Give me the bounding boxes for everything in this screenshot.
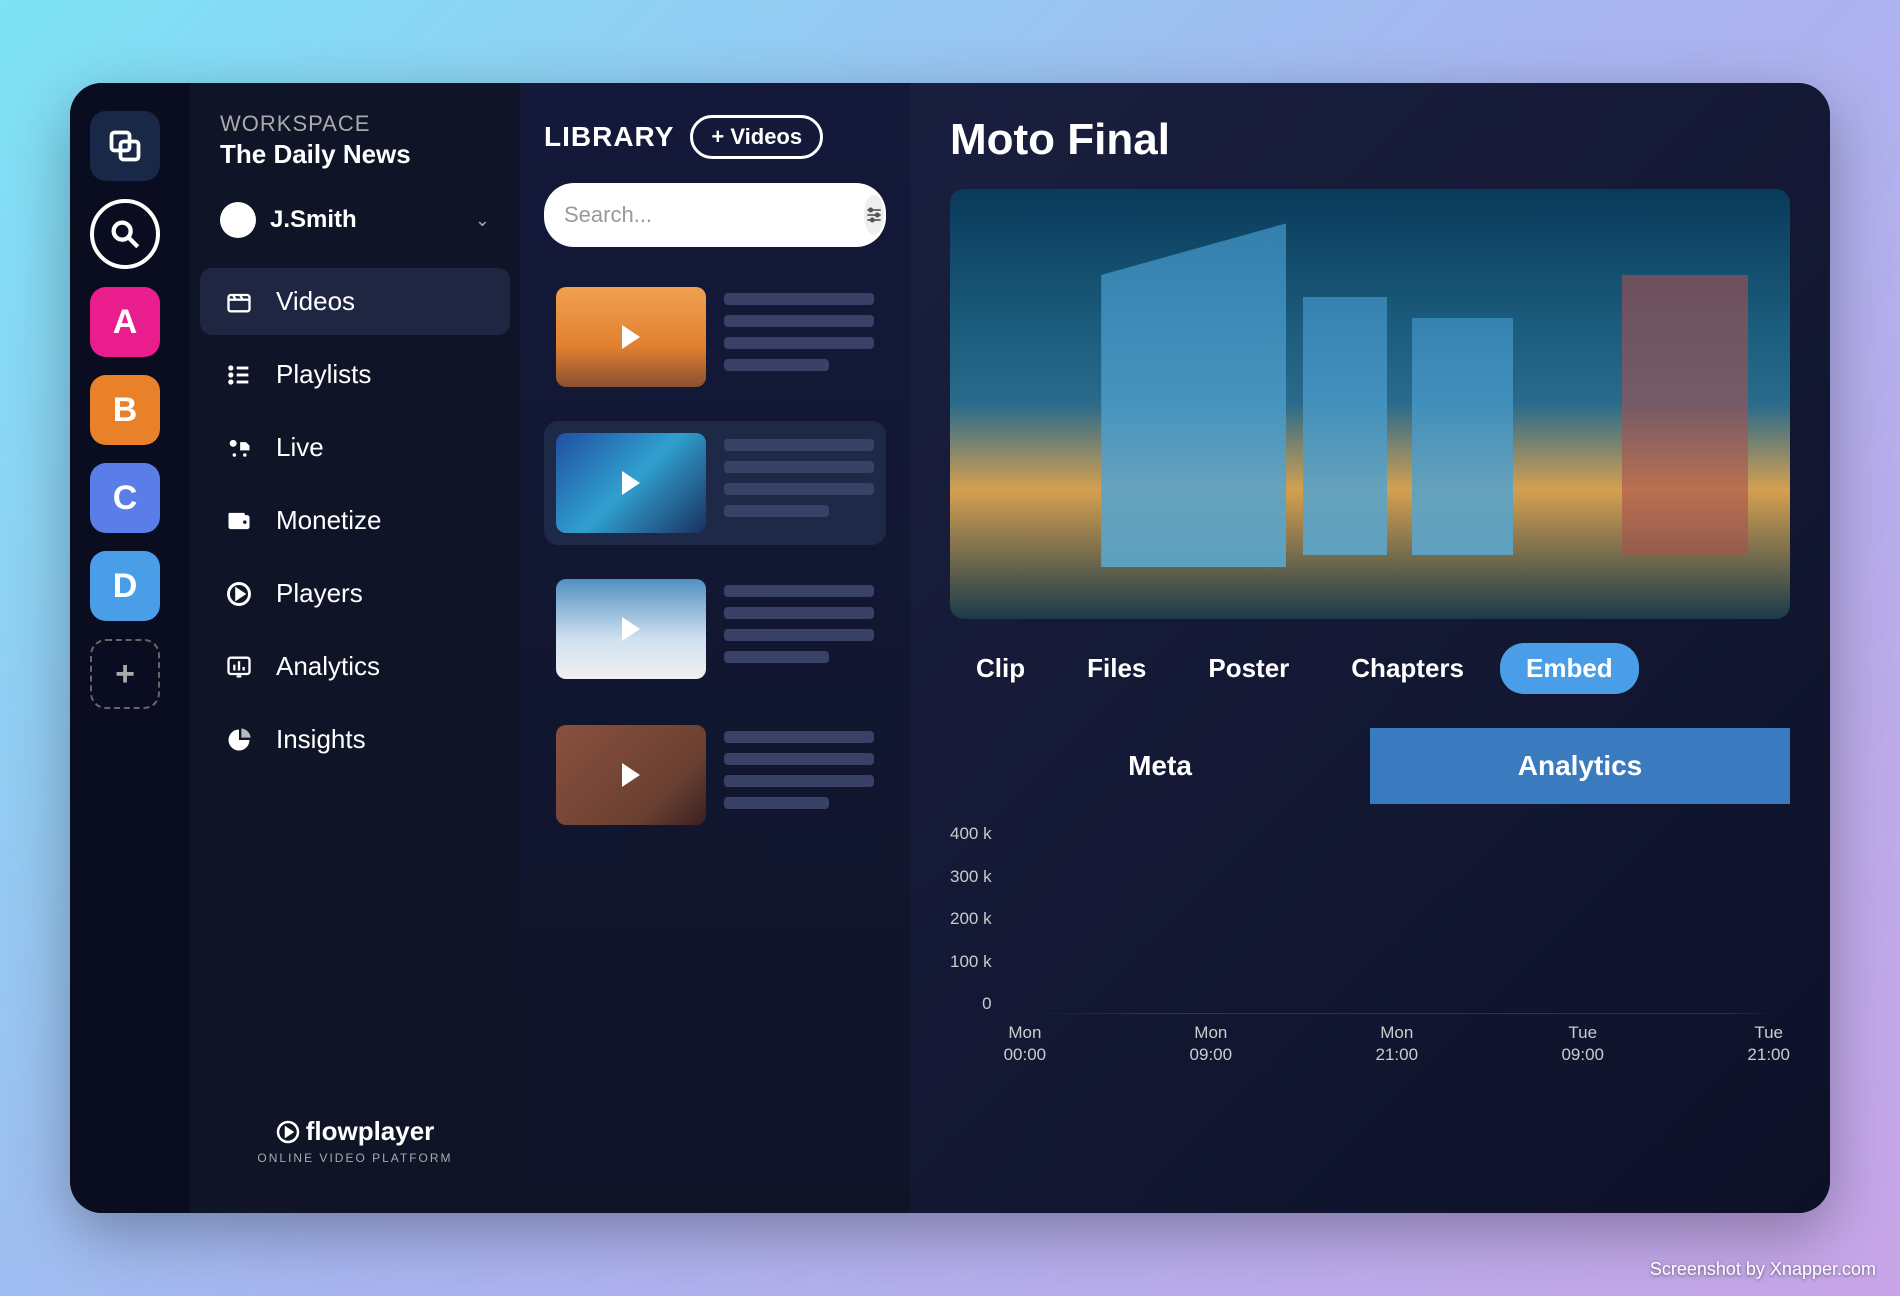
sidebar: WORKSPACE The Daily News J.Smith ⌄ Video…: [190, 83, 520, 1213]
user-name: J.Smith: [270, 206, 461, 234]
x-tick: Tue21:00: [1747, 1022, 1790, 1066]
sidebar-item-label: Live: [276, 432, 324, 463]
x-tick: Mon00:00: [1004, 1022, 1047, 1066]
chevron-down-icon: ⌄: [475, 210, 490, 231]
y-tick: 400 k: [950, 824, 992, 844]
search-input[interactable]: [564, 202, 852, 228]
sidebar-item-label: Players: [276, 578, 363, 609]
detail-tabs: Clip Files Poster Chapters Embed: [950, 643, 1790, 694]
brand-name: flowplayer: [306, 1116, 435, 1147]
item-placeholder-lines: [724, 287, 874, 387]
search-icon[interactable]: [90, 199, 160, 269]
user-menu[interactable]: J.Smith ⌄: [200, 188, 510, 252]
wallet-icon: [224, 506, 254, 536]
sidebar-item-insights[interactable]: Insights: [200, 706, 510, 773]
sidebar-item-label: Monetize: [276, 505, 382, 536]
video-preview[interactable]: [950, 189, 1790, 619]
library-item[interactable]: [544, 421, 886, 545]
chart-y-axis: 400 k 300 k 200 k 100 k 0: [950, 824, 992, 1014]
play-icon: [622, 325, 640, 349]
add-workspace-button[interactable]: +: [90, 639, 160, 709]
item-placeholder-lines: [724, 725, 874, 825]
analytics-chart: 400 k 300 k 200 k 100 k 0 Mon00:00 Mon09…: [950, 824, 1790, 1066]
x-tick: Tue09:00: [1561, 1022, 1604, 1066]
tab-clip[interactable]: Clip: [950, 643, 1051, 694]
sliders-icon: [864, 205, 884, 225]
play-icon: [622, 763, 640, 787]
sidebar-item-live[interactable]: Live: [200, 414, 510, 481]
detail-panel: Moto Final Clip Files Poster Chapters Em…: [910, 83, 1830, 1213]
y-tick: 100 k: [950, 952, 992, 972]
watermark: Screenshot by Xnapper.com: [1650, 1259, 1876, 1280]
workspace-a[interactable]: A: [90, 287, 160, 357]
sidebar-item-label: Videos: [276, 286, 355, 317]
detail-subtabs: Meta Analytics: [950, 728, 1790, 804]
y-tick: 200 k: [950, 909, 992, 929]
workspace-label: WORKSPACE: [220, 111, 490, 137]
add-videos-button[interactable]: + Videos: [690, 115, 823, 159]
video-thumbnail: [556, 725, 706, 825]
library-panel: LIBRARY + Videos: [520, 83, 910, 1213]
video-thumbnail: [556, 287, 706, 387]
library-item[interactable]: [544, 275, 886, 399]
item-placeholder-lines: [724, 433, 874, 533]
workspace-c[interactable]: C: [90, 463, 160, 533]
subtab-analytics[interactable]: Analytics: [1370, 728, 1790, 804]
play-icon: [622, 471, 640, 495]
brand-tagline: ONLINE VIDEO PLATFORM: [220, 1151, 490, 1165]
list-icon: [224, 360, 254, 390]
brand-footer: flowplayer ONLINE VIDEO PLATFORM: [200, 1096, 510, 1185]
brand-logo: flowplayer: [220, 1116, 490, 1147]
library-list: [544, 275, 886, 837]
sidebar-item-analytics[interactable]: Analytics: [200, 633, 510, 700]
filter-button[interactable]: [864, 195, 884, 235]
clapperboard-icon: [224, 287, 254, 317]
library-item[interactable]: [544, 713, 886, 837]
workspace-header: WORKSPACE The Daily News: [200, 111, 510, 188]
library-item[interactable]: [544, 567, 886, 691]
x-tick: Mon09:00: [1190, 1022, 1233, 1066]
sidebar-item-videos[interactable]: Videos: [200, 268, 510, 335]
chart-icon: [224, 652, 254, 682]
video-thumbnail: [556, 433, 706, 533]
subtab-meta[interactable]: Meta: [950, 728, 1370, 804]
area-chart: [1004, 824, 1790, 1014]
video-title: Moto Final: [950, 115, 1790, 165]
avatar: [220, 202, 256, 238]
sidebar-item-playlists[interactable]: Playlists: [200, 341, 510, 408]
pie-icon: [224, 725, 254, 755]
x-tick: Mon21:00: [1376, 1022, 1419, 1066]
play-circle-icon: [224, 579, 254, 609]
sidebar-item-monetize[interactable]: Monetize: [200, 487, 510, 554]
tab-files[interactable]: Files: [1061, 643, 1172, 694]
tab-poster[interactable]: Poster: [1182, 643, 1315, 694]
workspace-name: The Daily News: [220, 139, 490, 170]
app-window: A B C D + WORKSPACE The Daily News J.Smi…: [70, 83, 1830, 1213]
y-tick: 0: [950, 994, 992, 1014]
workspace-rail: A B C D +: [70, 83, 190, 1213]
search-wrap: [544, 183, 886, 247]
y-tick: 300 k: [950, 867, 992, 887]
nav: Videos Playlists Live Monetize Players A…: [200, 268, 510, 773]
workspace-b[interactable]: B: [90, 375, 160, 445]
workspaces-icon[interactable]: [90, 111, 160, 181]
play-icon: [622, 617, 640, 641]
library-title: LIBRARY: [544, 121, 674, 153]
workspace-d[interactable]: D: [90, 551, 160, 621]
video-thumbnail: [556, 579, 706, 679]
play-circle-icon: [276, 1120, 300, 1144]
broadcast-icon: [224, 433, 254, 463]
sidebar-item-players[interactable]: Players: [200, 560, 510, 627]
sidebar-item-label: Analytics: [276, 651, 380, 682]
tab-embed[interactable]: Embed: [1500, 643, 1639, 694]
item-placeholder-lines: [724, 579, 874, 679]
sidebar-item-label: Insights: [276, 724, 366, 755]
sidebar-item-label: Playlists: [276, 359, 371, 390]
chart-x-axis: Mon00:00 Mon09:00 Mon21:00 Tue09:00 Tue2…: [1004, 1022, 1790, 1066]
tab-chapters[interactable]: Chapters: [1325, 643, 1490, 694]
